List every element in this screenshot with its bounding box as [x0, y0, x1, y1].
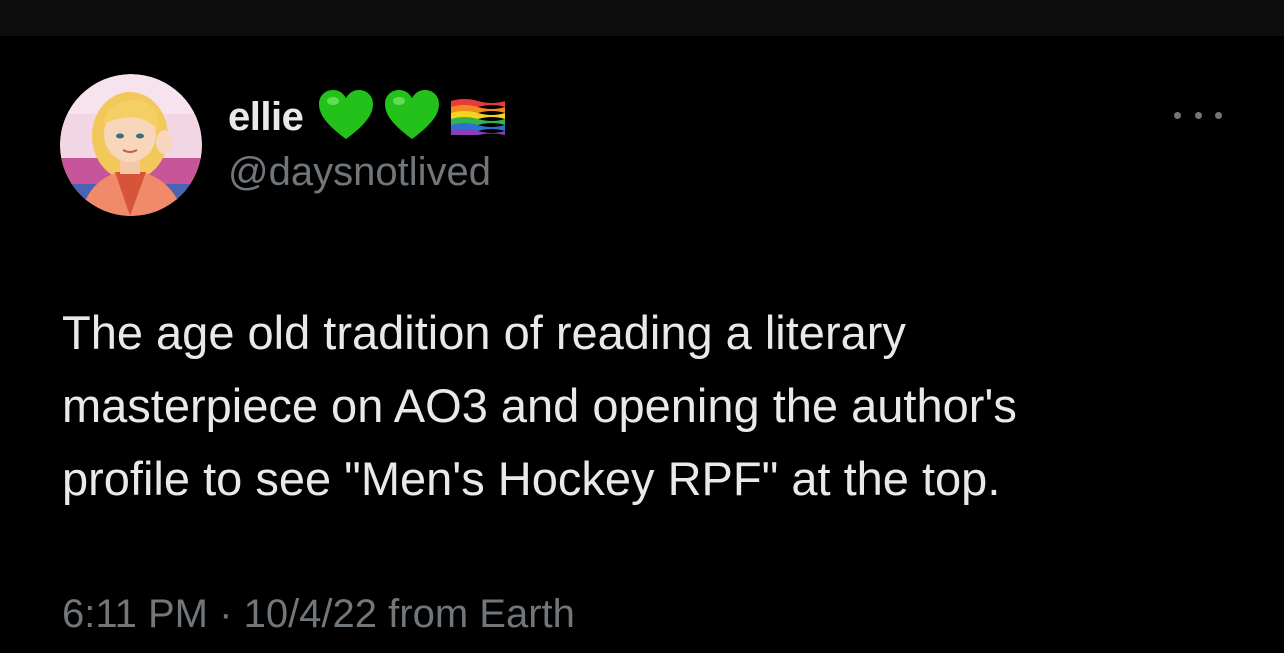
- top-bar: [0, 0, 1284, 36]
- green-heart-icon: [383, 89, 441, 146]
- avatar[interactable]: [60, 74, 202, 216]
- tweet-text-line: masterpiece on AO3 and opening the autho…: [62, 379, 1017, 432]
- more-options-icon[interactable]: [1170, 100, 1226, 130]
- author-name-row[interactable]: ellie: [228, 88, 507, 146]
- rainbow-flag-icon: [449, 95, 507, 140]
- more-dot: [1194, 111, 1202, 119]
- more-dot: [1174, 111, 1181, 119]
- tweet-text: The age old tradition of reading a liter…: [62, 296, 1212, 515]
- green-heart-icon: [317, 89, 375, 146]
- tweet-timestamp[interactable]: 6:11 PM: [62, 592, 208, 636]
- author-handle[interactable]: @daysnotlived: [228, 150, 491, 195]
- tweet-meta: 6:11 PM · 10/4/22 from Earth: [62, 592, 575, 637]
- tweet-text-line: The age old tradition of reading a liter…: [62, 306, 906, 359]
- tweet-source: from Earth: [388, 592, 575, 636]
- tweet-text-line: profile to see "Men's Hockey RPF" at the…: [62, 452, 1001, 505]
- more-dot: [1215, 111, 1222, 119]
- meta-separator: ·: [219, 592, 233, 636]
- tweet-date[interactable]: 10/4/22: [244, 592, 377, 636]
- display-name[interactable]: ellie: [228, 95, 304, 140]
